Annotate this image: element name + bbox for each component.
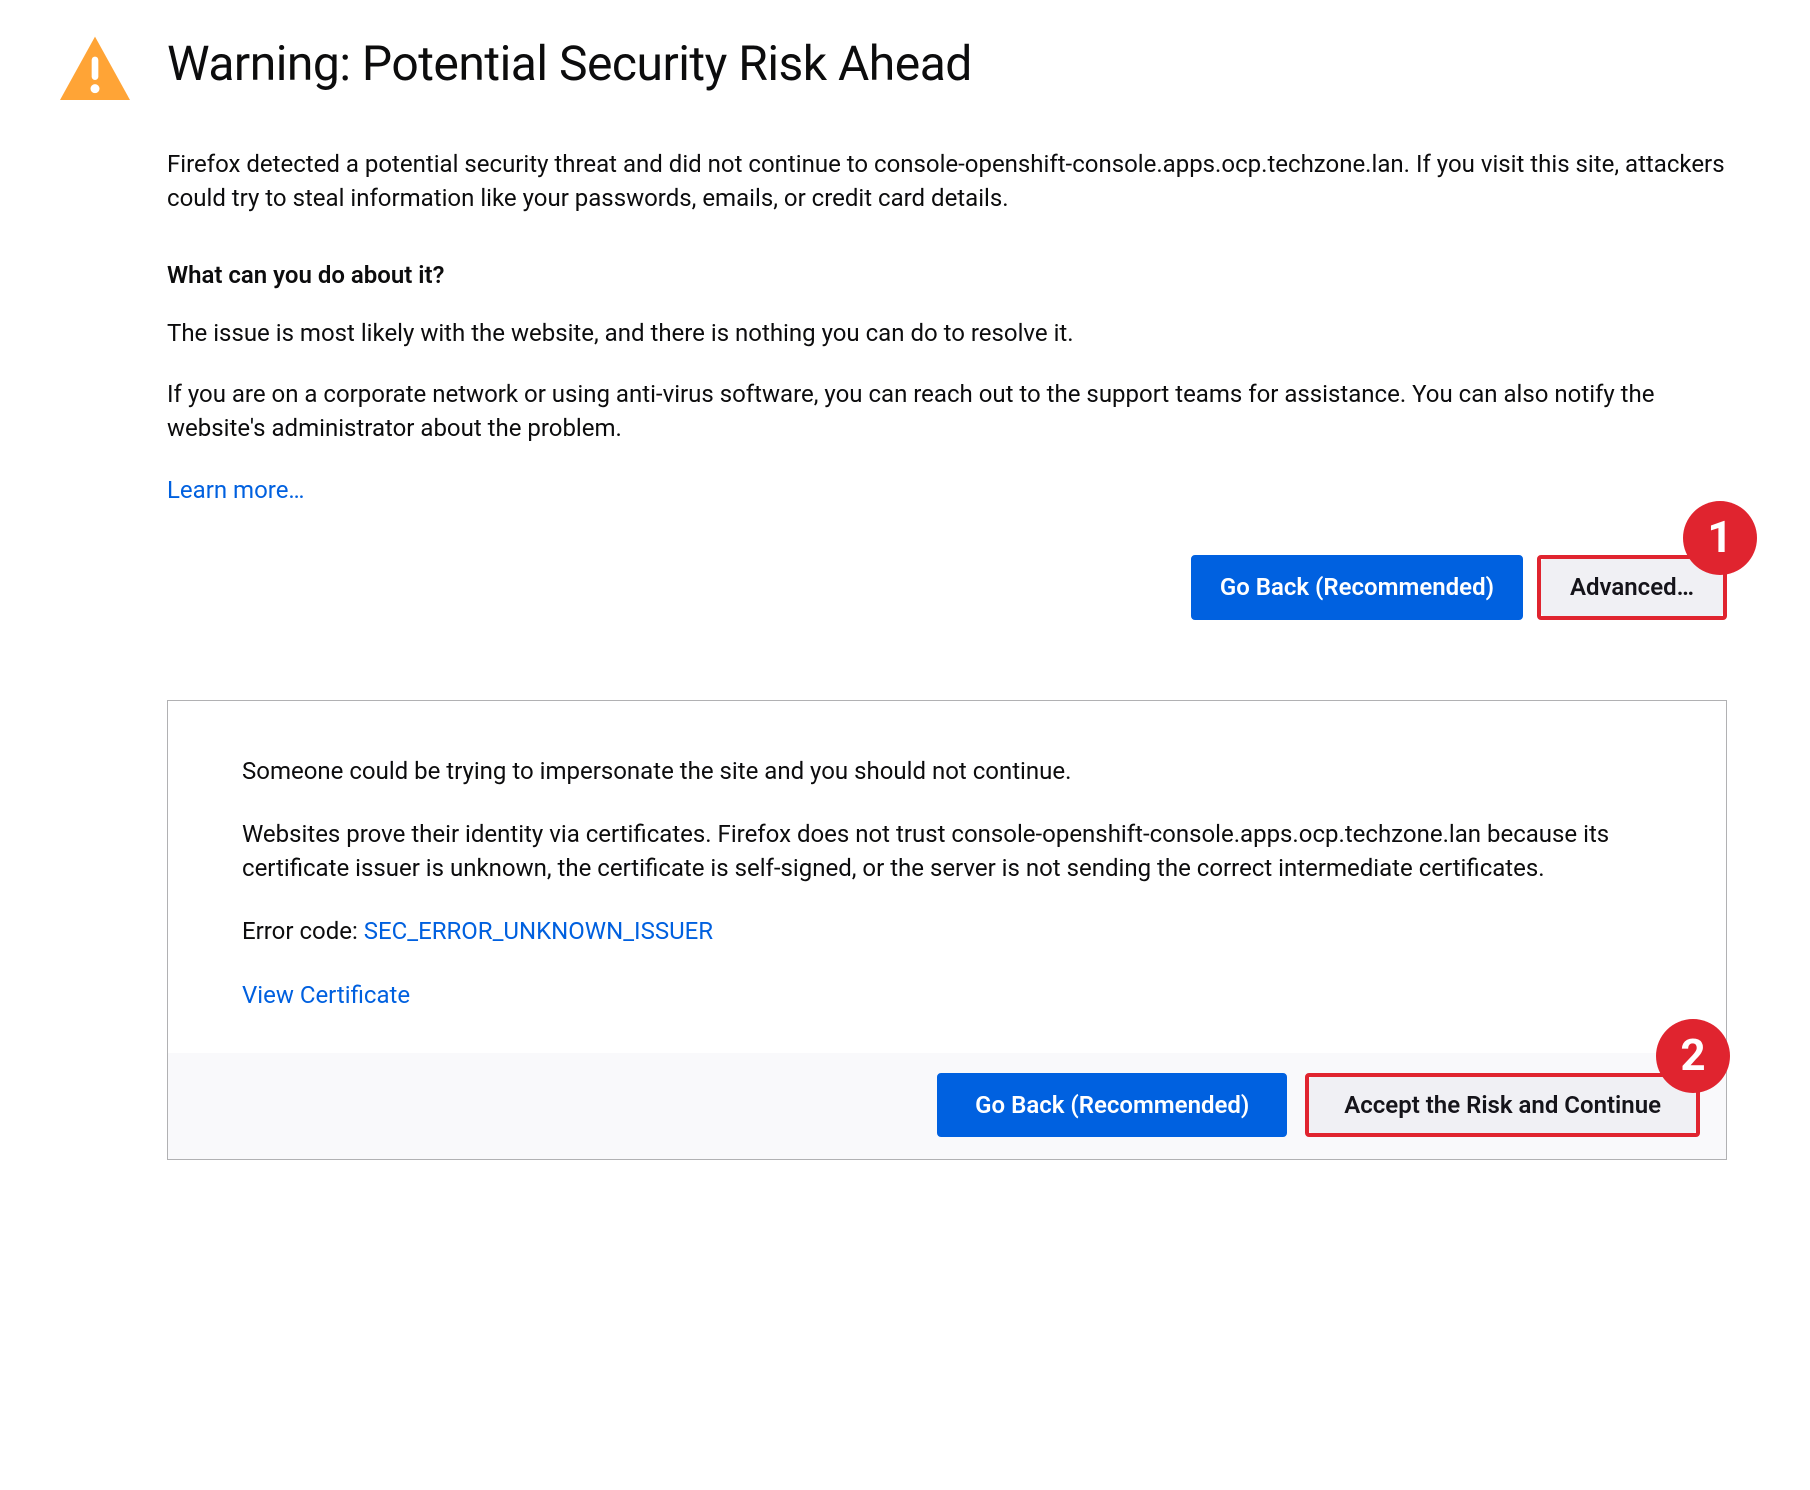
view-certificate-link[interactable]: View Certificate	[242, 981, 410, 1009]
what-can-you-do-heading: What can you do about it?	[167, 259, 1727, 293]
advice-text-1: The issue is most likely with the websit…	[167, 317, 1727, 351]
annotation-highlight-accept-risk: Accept the Risk and Continue 2	[1305, 1073, 1700, 1137]
advanced-button[interactable]: Advanced…	[1541, 559, 1723, 615]
annotation-callout-2: 2	[1656, 1019, 1730, 1093]
accept-risk-button[interactable]: Accept the Risk and Continue	[1309, 1077, 1696, 1133]
advanced-details-panel: Someone could be trying to impersonate t…	[167, 700, 1727, 1160]
certificate-explanation-text: Websites prove their identity via certif…	[242, 818, 1652, 885]
warning-icon	[55, 30, 135, 110]
learn-more-link[interactable]: Learn more…	[167, 476, 304, 504]
go-back-button-footer[interactable]: Go Back (Recommended)	[937, 1073, 1287, 1137]
advice-text-2: If you are on a corporate network or usi…	[167, 378, 1727, 445]
error-code-link[interactable]: SEC_ERROR_UNKNOWN_ISSUER	[364, 917, 713, 945]
annotation-highlight-advanced: Advanced… 1	[1537, 555, 1727, 619]
annotation-callout-1: 1	[1683, 501, 1757, 575]
error-code-label: Error code:	[242, 917, 364, 945]
impersonate-warning-text: Someone could be trying to impersonate t…	[242, 755, 1652, 789]
warning-description: Firefox detected a potential security th…	[167, 148, 1727, 215]
page-title: Warning: Potential Security Risk Ahead	[167, 30, 972, 97]
go-back-button[interactable]: Go Back (Recommended)	[1191, 555, 1523, 619]
